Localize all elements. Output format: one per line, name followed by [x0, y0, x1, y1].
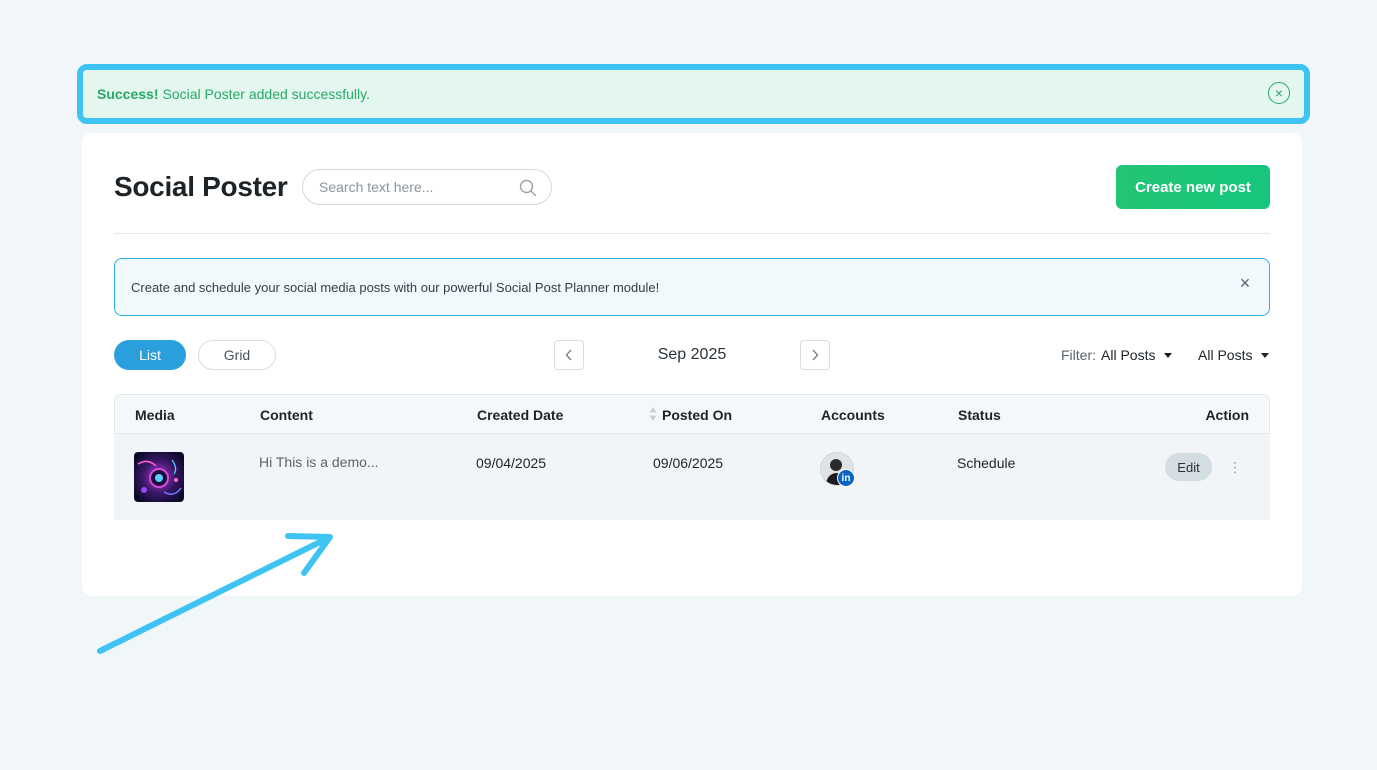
chevron-right-icon: [812, 349, 819, 361]
posts-filter-dropdown[interactable]: Filter: All Posts: [1061, 347, 1173, 363]
col-action: Action: [1205, 407, 1249, 423]
info-banner-text: Create and schedule your social media po…: [131, 279, 660, 295]
col-media: Media: [135, 407, 175, 423]
col-posted-on[interactable]: Posted On: [662, 407, 732, 423]
filter-label: Filter:: [1061, 347, 1096, 363]
posted-on-date: 09/06/2025: [653, 455, 724, 471]
alert-strong-text: Success!: [97, 86, 159, 102]
table-row: Hi This is a demo... 09/04/2025 09/06/20…: [114, 434, 1270, 520]
search-icon[interactable]: [519, 179, 537, 197]
success-alert-highlight: Success! Social Poster added successfull…: [77, 64, 1310, 124]
create-new-post-button[interactable]: Create new post: [1116, 165, 1270, 209]
col-content: Content: [260, 407, 313, 423]
col-status: Status: [958, 407, 1001, 423]
list-view-button[interactable]: List: [114, 340, 186, 370]
post-content: Hi This is a demo...: [259, 454, 379, 470]
status-text: Schedule: [957, 455, 1016, 471]
annotation-arrow-icon: [97, 533, 333, 654]
caret-down-icon: [1261, 352, 1270, 358]
filter-value: All Posts: [1101, 347, 1156, 363]
created-date: 09/04/2025: [476, 455, 547, 471]
accounts-filter-dropdown[interactable]: All Posts: [1198, 347, 1270, 363]
edit-button[interactable]: Edit: [1165, 453, 1212, 481]
linkedin-icon: in: [837, 469, 855, 487]
table-header: Media Content Created Date Posted On Acc…: [114, 394, 1270, 434]
next-month-button[interactable]: [800, 340, 830, 370]
alert-message: Social Poster added successfully.: [162, 86, 370, 102]
search-input[interactable]: [319, 179, 535, 195]
chevron-left-icon: [565, 349, 572, 361]
x-icon[interactable]: ×: [1235, 273, 1255, 293]
success-alert: Success! Social Poster added successfull…: [83, 70, 1304, 118]
main-card: Social Poster Create new post Create and…: [82, 133, 1302, 596]
search-box: [302, 169, 552, 205]
filter-value-2: All Posts: [1198, 347, 1253, 363]
info-banner: Create and schedule your social media po…: [114, 258, 1270, 316]
media-thumbnail[interactable]: [134, 452, 184, 502]
col-created-date[interactable]: Created Date: [477, 407, 563, 423]
previous-month-button[interactable]: [554, 340, 584, 370]
current-month: Sep 2025: [657, 346, 727, 363]
header-divider: [114, 233, 1270, 234]
caret-down-icon: [1164, 352, 1173, 358]
page-title: Social Poster: [114, 171, 288, 202]
circle-x-icon[interactable]: ×: [1268, 82, 1290, 104]
grid-view-button[interactable]: Grid: [198, 340, 276, 370]
col-accounts: Accounts: [821, 407, 885, 423]
more-vertical-icon[interactable]: ⋮: [1228, 458, 1242, 476]
sort-icon[interactable]: [649, 406, 657, 422]
